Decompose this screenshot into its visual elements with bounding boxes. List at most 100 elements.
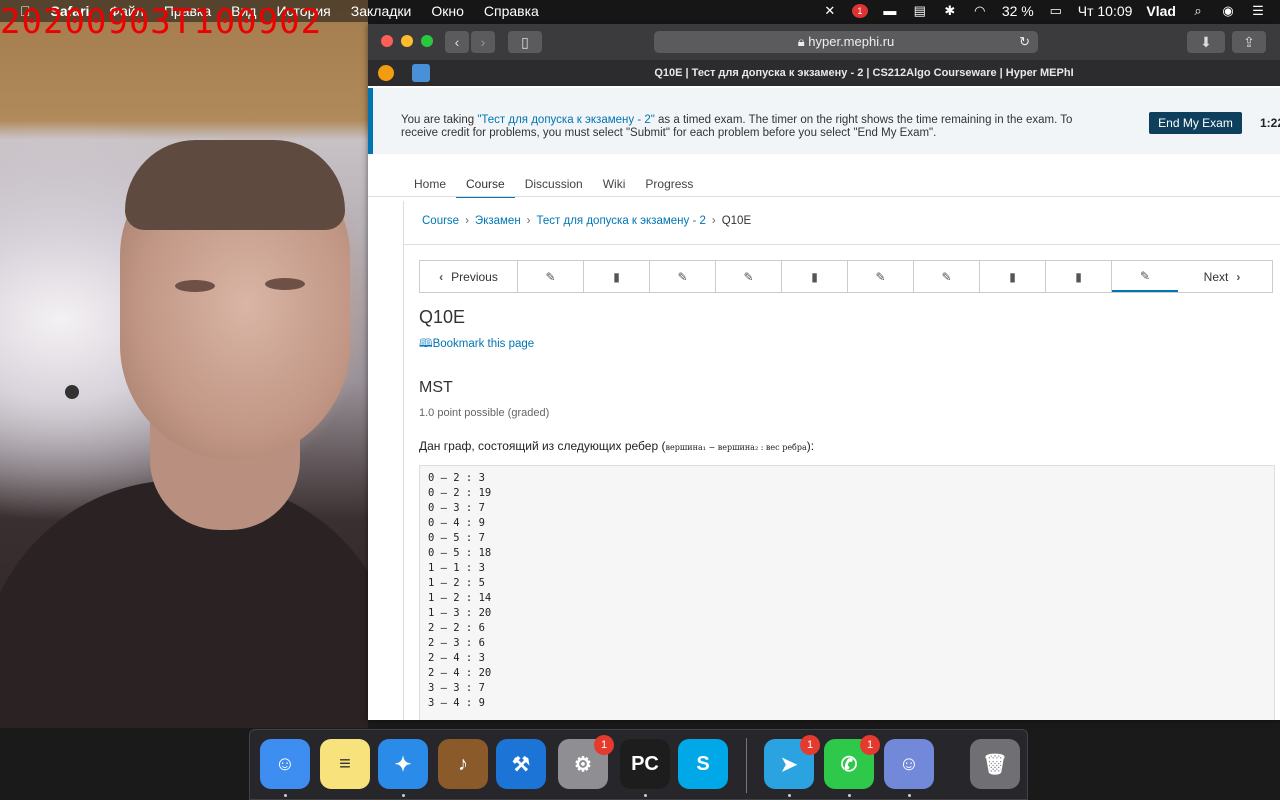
mic-muted-icon[interactable]: ✕ — [822, 4, 838, 18]
tab-wiki[interactable]: Wiki — [593, 172, 636, 196]
dock-finder-icon[interactable]: ☺ — [260, 739, 310, 789]
dock-notes-icon[interactable]: ≡ — [320, 739, 370, 789]
bluetooth-icon[interactable]: ✱ — [942, 4, 958, 18]
webcam-hair — [125, 140, 345, 230]
notice-prefix: You are taking — [401, 114, 478, 126]
extension-icon[interactable] — [378, 65, 394, 81]
edge-line: 3 – 4 : 9 — [428, 697, 485, 709]
screen: 20200903T100902  Safari Файл Правка Вид… — [0, 0, 1280, 800]
bookmark-label: Bookmark this page — [432, 338, 535, 350]
edge-line: 1 – 1 : 3 — [428, 562, 485, 574]
notification-badge-icon[interactable]: 1 — [851, 4, 868, 18]
dock-xcode-icon[interactable]: ⚒ — [496, 739, 546, 789]
unit-title: Q10E — [419, 307, 466, 327]
exam-link[interactable]: "Тест для допуска к экзамену - 2" — [477, 114, 655, 126]
wifi-icon[interactable]: ◠ — [972, 4, 988, 18]
back-button[interactable]: ‹ — [445, 31, 469, 53]
breadcrumb-divider — [404, 244, 1280, 245]
breadcrumb: Course › Экзамен › Тест для допуска к экзаме… — [422, 215, 751, 227]
menu-window[interactable]: Окно — [431, 3, 464, 19]
edge-list: 0 – 2 : 3 0 – 2 : 19 0 – 3 : 7 0 – 4 : 9 0 –… — [419, 465, 1275, 720]
dock-running-indicator — [402, 794, 405, 797]
chevron-right-icon: › — [711, 215, 716, 227]
user-name[interactable]: Vlad — [1146, 3, 1176, 19]
previous-button[interactable]: ‹ Previous — [420, 261, 518, 292]
spotlight-icon[interactable]: ⌕ — [1190, 4, 1206, 18]
sequence-unit-9[interactable]: ▮ — [1046, 261, 1112, 292]
next-label: Next — [1203, 269, 1229, 284]
forward-button[interactable]: › — [471, 31, 495, 53]
menu-bookmarks[interactable]: Закладки — [351, 3, 412, 19]
course-main: Course › Экзамен › Тест для допуска к экзаме… — [403, 201, 1280, 720]
edge-line: 2 – 4 : 20 — [428, 667, 492, 679]
problem-text-end: ): — [806, 439, 815, 453]
dock-trash-icon[interactable]: 🗑 — [970, 739, 1020, 789]
tab-home[interactable]: Home — [404, 172, 456, 196]
minimize-window-button[interactable] — [401, 35, 413, 47]
dock-discord-icon[interactable]: ☺ — [884, 739, 934, 789]
tab-course[interactable]: Course — [456, 172, 515, 198]
tab-title[interactable]: Q10E | Тест для допуска к экзамену - 2 |… — [448, 60, 1280, 86]
webcam-feed — [0, 0, 368, 728]
problem-math: вершина₁ − вершина₂ : вес ребра — [665, 443, 807, 452]
dock-safari-icon[interactable]: ✦ — [378, 739, 428, 789]
sequence-unit-3[interactable]: ✎ — [650, 261, 716, 292]
dock-pycharm-icon[interactable]: PC — [620, 739, 670, 789]
breadcrumb-test[interactable]: Тест для допуска к экзамену - 2 — [537, 215, 706, 227]
dock-garageband-icon[interactable]: ♪ — [438, 739, 488, 789]
favicon-icon — [412, 64, 430, 82]
problem-title: MST — [419, 379, 453, 396]
breadcrumb-course[interactable]: Course — [422, 215, 459, 227]
sequence-unit-5[interactable]: ▮ — [782, 261, 848, 292]
control-center-icon[interactable]: ☰ — [1250, 4, 1266, 18]
clock[interactable]: Чт 10:09 — [1078, 3, 1133, 19]
bookmark-icon: 🕮︎ — [419, 338, 433, 350]
sequence-unit-4[interactable]: ✎ — [716, 261, 782, 292]
url-text: hyper.mephi.ru — [808, 34, 895, 49]
share-icon[interactable]: ⇪ — [1232, 31, 1266, 53]
sequence-unit-8[interactable]: ▮ — [980, 261, 1046, 292]
dock-badge: 1 — [800, 735, 820, 755]
sequence-unit-10[interactable]: ✎ — [1112, 261, 1178, 292]
sidebar-toggle-icon[interactable]: ▯ — [508, 31, 542, 53]
lock-icon: 🔒︎ — [797, 34, 805, 49]
video-icon: ▮ — [613, 269, 620, 284]
breadcrumb-exam[interactable]: Экзамен — [475, 215, 521, 227]
chat-icon[interactable]: ▬ — [882, 4, 898, 18]
edge-line: 0 – 4 : 9 — [428, 517, 485, 529]
battery-icon[interactable]: ▭ — [1048, 4, 1064, 18]
sequence-unit-7[interactable]: ✎ — [914, 261, 980, 292]
problem-icon: ✎ — [875, 269, 886, 284]
safari-window: ‹ › ▯ 🔒︎ hyper.mephi.ru ↻ ⬇ ⇪ Q10E | Тес… — [368, 24, 1280, 720]
reload-icon[interactable]: ↻ — [1019, 31, 1030, 53]
tab-progress[interactable]: Progress — [635, 172, 703, 196]
edge-line: 0 – 2 : 19 — [428, 487, 492, 499]
edge-line: 0 – 5 : 7 — [428, 532, 485, 544]
edge-line: 2 – 3 : 6 — [428, 637, 485, 649]
flag-icon[interactable]: ▤ — [912, 4, 928, 18]
breadcrumb-current: Q10E — [721, 215, 752, 227]
next-button[interactable]: Next › — [1178, 261, 1266, 292]
menu-help[interactable]: Справка — [484, 3, 539, 19]
siri-icon[interactable]: ◉ — [1220, 4, 1236, 18]
end-exam-button[interactable]: End My Exam — [1149, 112, 1242, 134]
previous-label: Previous — [451, 269, 498, 284]
close-window-button[interactable] — [381, 35, 393, 47]
sequence-unit-2[interactable]: ▮ — [584, 261, 650, 292]
tab-discussion[interactable]: Discussion — [515, 172, 593, 196]
sequence-unit-1[interactable]: ✎ — [518, 261, 584, 292]
chevron-left-icon: ‹ — [439, 269, 444, 284]
address-bar[interactable]: 🔒︎ hyper.mephi.ru ↻ — [654, 31, 1038, 53]
downloads-icon[interactable]: ⬇ — [1187, 31, 1225, 53]
edge-line: 1 – 3 : 20 — [428, 607, 492, 619]
battery-percent: 32 % — [1001, 3, 1034, 19]
zoom-window-button[interactable] — [421, 35, 433, 47]
recording-timestamp: 20200903T100902 — [0, 2, 323, 42]
sequence-unit-6[interactable]: ✎ — [848, 261, 914, 292]
dock-badge: 1 — [594, 735, 614, 755]
bookmark-link[interactable]: 🕮︎Bookmark this page — [419, 336, 534, 355]
dock-running-indicator — [644, 794, 647, 797]
chevron-right-icon: › — [526, 215, 531, 227]
dock-skype-icon[interactable]: S — [678, 739, 728, 789]
video-icon: ▮ — [811, 269, 818, 284]
